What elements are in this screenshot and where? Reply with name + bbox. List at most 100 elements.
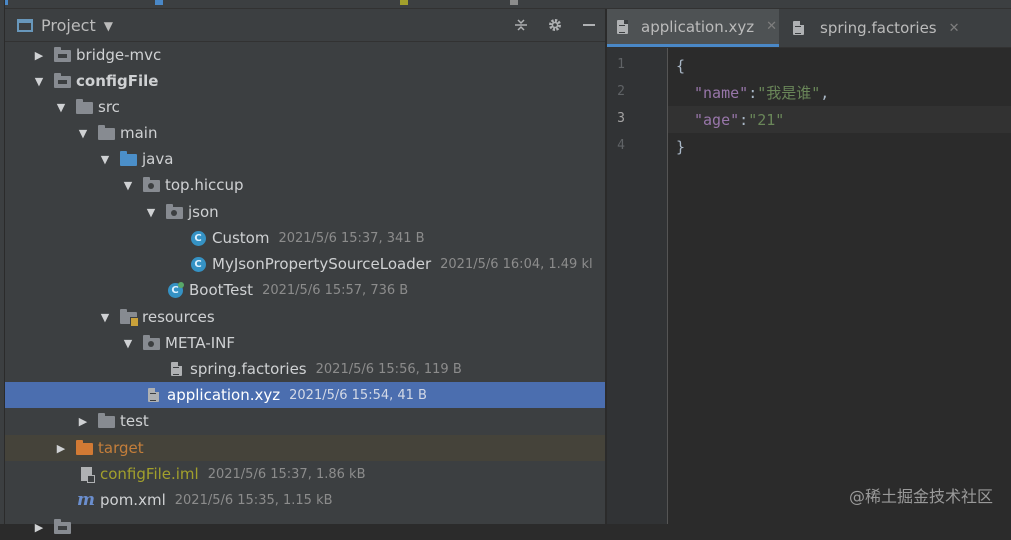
tree-item-label: META-INF	[165, 334, 236, 352]
json-key: "name"	[694, 83, 749, 102]
expand-arrow-icon[interactable]: ▶	[31, 519, 47, 535]
code-line-4: }	[668, 133, 1011, 160]
brace: {	[676, 56, 686, 75]
tree-item-java[interactable]: ▼ java	[5, 146, 697, 172]
text-file-icon	[789, 20, 807, 36]
tab-label: application.xyz	[641, 17, 755, 36]
iml-file-icon	[77, 466, 95, 483]
tree-item-label: resources	[142, 308, 215, 326]
tree-item-label: target	[98, 439, 144, 457]
runnable-class-icon: C	[166, 281, 184, 298]
tab-application-xyz[interactable]: application.xyz ✕	[607, 9, 779, 47]
collapse-arrow-icon[interactable]: ▼	[31, 73, 47, 89]
line-number: 1	[617, 57, 625, 72]
tab-spring-factories[interactable]: spring.factories ✕	[779, 9, 971, 47]
json-value: "我是谁"	[757, 84, 821, 102]
maven-icon: m	[77, 490, 95, 510]
file-meta: 2021/5/6 15:37, 341 B	[278, 230, 425, 246]
code-line-1: {	[668, 52, 1011, 79]
top-navigation-strip	[0, 0, 1011, 9]
text-file-icon	[167, 361, 185, 377]
tree-item-pom-xml[interactable]: m pom.xml 2021/5/6 15:35, 1.15 kB	[5, 487, 677, 513]
expand-arrow-icon[interactable]: ▶	[75, 413, 91, 429]
file-meta: 2021/5/6 15:57, 736 B	[262, 282, 409, 298]
code-line-2: "name": "我是谁",	[668, 79, 1011, 106]
source-folder-icon	[119, 151, 137, 167]
project-title: Project	[41, 16, 96, 35]
comma: ,	[820, 83, 830, 102]
module-folder-icon	[53, 73, 71, 89]
collapse-arrow-icon[interactable]: ▼	[120, 177, 136, 193]
collapse-arrow-icon[interactable]: ▼	[75, 125, 91, 141]
gear-icon[interactable]	[545, 15, 565, 35]
collapse-all-icon[interactable]	[511, 15, 531, 35]
package-icon	[142, 335, 160, 351]
code-area[interactable]: { "name": "我是谁", "age": "21" }	[668, 48, 1011, 524]
project-panel-header: Project ▼	[5, 9, 605, 42]
tree-item-label: test	[120, 412, 149, 430]
colon: :	[739, 110, 749, 129]
package-icon	[142, 177, 160, 193]
class-icon: C	[189, 256, 207, 272]
tree-item-label: src	[98, 98, 120, 116]
tree-item-partial[interactable]: ▶	[5, 514, 631, 540]
editor-panel: application.xyz ✕ spring.factories ✕ 1 2…	[607, 9, 1011, 524]
tree-item-target[interactable]: ▶ target	[5, 435, 653, 461]
line-number: 3	[617, 111, 625, 126]
folder-icon	[75, 99, 93, 115]
file-meta: 2021/5/6 15:56, 119 B	[315, 361, 462, 377]
tree-item-label: bridge-mvc	[76, 46, 162, 64]
colon: :	[748, 83, 758, 102]
project-view-selector[interactable]: Project ▼	[17, 16, 113, 35]
tree-item-configFile[interactable]: ▼ configFile	[5, 68, 631, 94]
editor-tab-bar: application.xyz ✕ spring.factories ✕	[607, 9, 1011, 48]
line-number: 2	[617, 84, 625, 99]
line-number: 4	[617, 138, 625, 153]
dropdown-caret-icon: ▼	[103, 18, 113, 33]
tree-item-main[interactable]: ▼ main	[5, 120, 675, 146]
tree-item-src[interactable]: ▼ src	[5, 94, 653, 120]
tree-item-bridge-mvc[interactable]: ▶ bridge-mvc	[5, 42, 631, 68]
folder-icon	[97, 125, 115, 141]
tree-item-label: top.hiccup	[165, 176, 244, 194]
brace: }	[676, 137, 686, 156]
close-icon[interactable]: ✕	[766, 19, 777, 34]
tree-item-label: main	[120, 124, 158, 142]
file-meta: 2021/5/6 15:54, 41 B	[289, 387, 427, 403]
project-toolbar	[511, 15, 599, 35]
excluded-folder-icon	[75, 440, 93, 456]
close-icon[interactable]: ✕	[949, 21, 960, 36]
module-folder-icon	[53, 519, 71, 535]
expand-arrow-icon[interactable]: ▶	[53, 440, 69, 456]
expand-arrow-icon[interactable]: ▶	[31, 47, 47, 63]
resources-folder-icon	[119, 309, 139, 327]
file-meta: 2021/5/6 16:04, 1.49 kl	[440, 256, 593, 272]
project-window-icon	[17, 19, 33, 32]
class-icon: C	[189, 230, 207, 246]
json-key: "age"	[694, 110, 740, 129]
tree-item-label: configFile.iml	[100, 465, 199, 483]
tree-item-label: pom.xml	[100, 491, 166, 509]
tree-item-test[interactable]: ▶ test	[5, 408, 675, 434]
tree-item-configFile-iml[interactable]: configFile.iml 2021/5/6 15:37, 1.86 kB	[5, 461, 677, 487]
text-file-icon	[617, 19, 628, 35]
watermark: @稀土掘金技术社区	[848, 487, 993, 506]
collapse-arrow-icon[interactable]: ▼	[120, 335, 136, 351]
collapse-arrow-icon[interactable]: ▼	[53, 99, 69, 115]
collapse-arrow-icon[interactable]: ▼	[97, 151, 113, 167]
collapse-arrow-icon[interactable]: ▼	[143, 204, 159, 220]
tree-item-label: java	[142, 150, 174, 168]
tree-item-label: application.xyz	[167, 386, 281, 404]
tree-item-label: BootTest	[189, 281, 254, 299]
tree-item-label: MyJsonPropertySourceLoader	[212, 255, 432, 273]
file-meta: 2021/5/6 15:35, 1.15 kB	[174, 492, 333, 508]
hide-panel-icon[interactable]	[579, 15, 599, 35]
module-folder-icon	[53, 47, 71, 63]
tree-item-resources[interactable]: ▼ resources	[5, 304, 697, 330]
project-panel: Project ▼ ▶ bridge-mvc ▼ configFile ▼ sr…	[5, 9, 744, 534]
tab-label: spring.factories	[820, 19, 937, 37]
tree-item-label: spring.factories	[190, 360, 307, 378]
text-file-icon	[144, 387, 162, 403]
collapse-arrow-icon[interactable]: ▼	[97, 309, 113, 325]
tree-item-label: json	[188, 203, 219, 221]
